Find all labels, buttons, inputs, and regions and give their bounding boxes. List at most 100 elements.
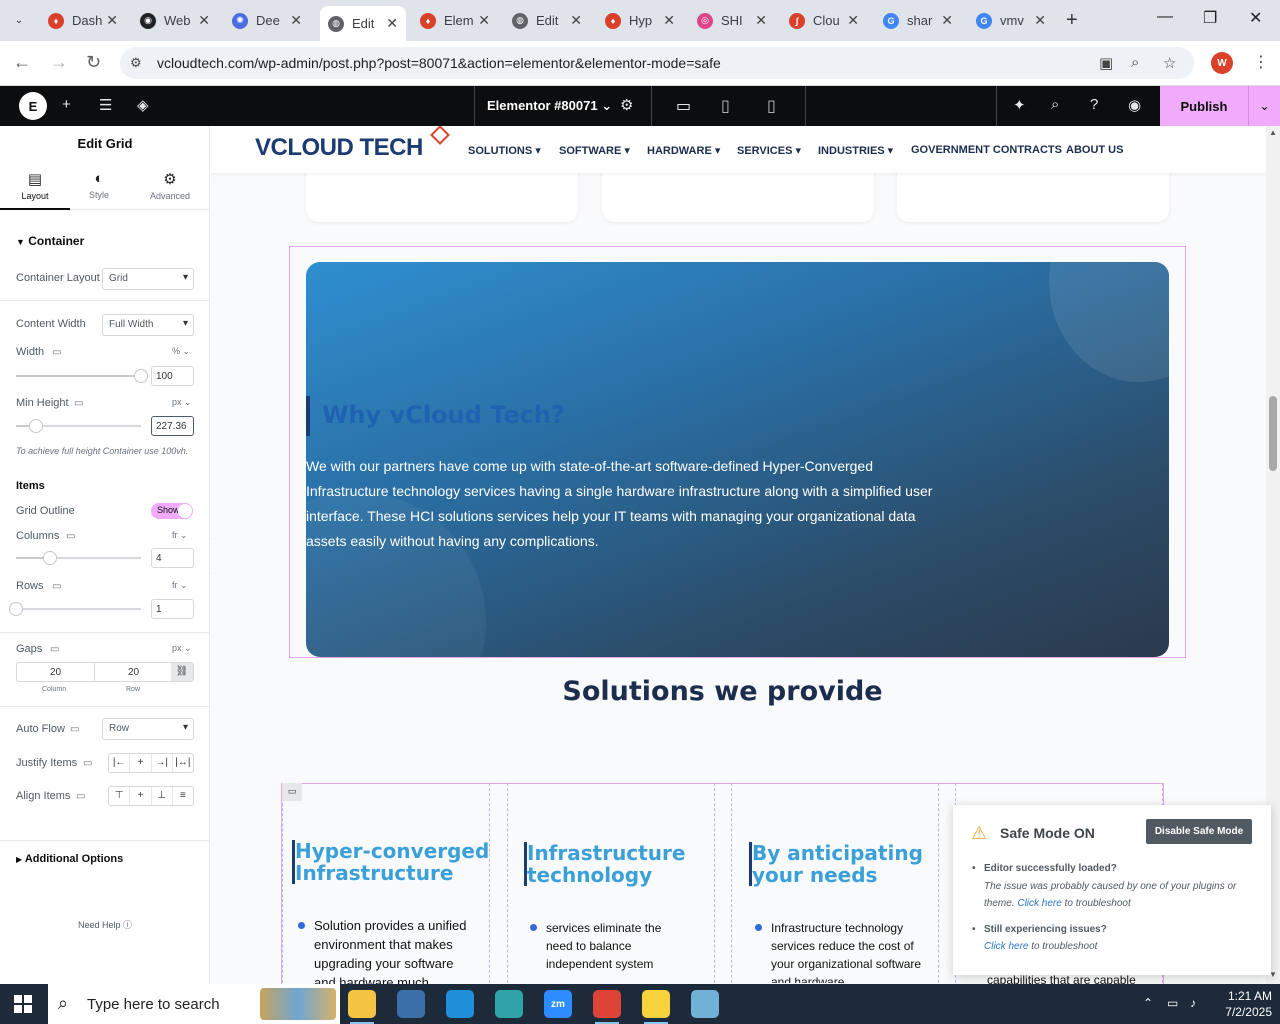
browser-tab[interactable]: ♦ Dash ✕ [40, 6, 126, 35]
new-tab-button[interactable]: + [1066, 9, 1078, 32]
width-slider[interactable] [16, 369, 148, 383]
notes-icon[interactable]: ✦ [1013, 96, 1026, 114]
browser-tab[interactable]: ◍ Edit ✕ [320, 6, 406, 41]
desktop-responsive-icon[interactable]: ▭ [52, 347, 61, 358]
align-stretch-icon[interactable]: ≡ [173, 787, 193, 805]
preview-eye-icon[interactable]: ◉ [1128, 96, 1141, 114]
site-menu-item[interactable]: HARDWARE ▾ [647, 144, 720, 157]
mobile-view-icon[interactable]: ▯ [767, 96, 776, 116]
disable-safe-mode-button[interactable]: Disable Safe Mode [1146, 819, 1252, 844]
desktop-view-icon[interactable]: ▭ [676, 96, 691, 116]
why-heading[interactable]: Why vCloud Tech? [322, 401, 565, 429]
tab-close-icon[interactable]: ✕ [1034, 12, 1046, 29]
browser-tab[interactable]: ✺ Dee ✕ [224, 6, 310, 35]
sticky-notes-icon[interactable] [642, 990, 670, 1024]
site-settings-icon[interactable]: ☰ [99, 96, 112, 114]
gap-row-input[interactable]: 20 [95, 667, 172, 678]
link-values-icon[interactable]: ⛓ [171, 663, 193, 681]
site-menu-item[interactable]: SOLUTIONS ▾ [468, 144, 541, 157]
justify-start-icon[interactable]: |← [109, 754, 131, 772]
file-explorer-icon[interactable] [348, 990, 376, 1024]
tab-close-icon[interactable]: ✕ [941, 12, 953, 29]
tab-close-icon[interactable]: ✕ [106, 12, 118, 29]
restore-icon[interactable]: ❐ [1203, 8, 1217, 28]
site-menu-item[interactable]: GOVERNMENT CONTRACTS [911, 144, 1062, 156]
url-text[interactable]: vcloudtech.com/wp-admin/post.php?post=80… [157, 55, 721, 71]
gaps-unit-select[interactable]: px ⌄ [172, 643, 192, 654]
min-height-input[interactable]: 227.36 [151, 416, 194, 436]
container-layout-select[interactable]: Grid [102, 268, 194, 290]
tray-overflow-chevron-icon[interactable]: ⌃ [1143, 996, 1153, 1010]
desktop-responsive-icon[interactable]: ▭ [70, 724, 79, 735]
troubleshoot-link[interactable]: Click here [984, 941, 1028, 952]
tab-close-icon[interactable]: ✕ [663, 12, 675, 29]
browser-tab[interactable]: ◍ Edit ✕ [504, 6, 590, 35]
slider-thumb[interactable] [9, 602, 23, 616]
tab-layout[interactable]: ▤ Layout [0, 166, 70, 210]
rows-input[interactable]: 1 [151, 599, 194, 619]
publish-options-chevron-icon[interactable]: ⌄ [1248, 86, 1280, 126]
align-top-icon[interactable]: ⊤ [109, 787, 131, 805]
tab-style[interactable]: ◐ Style [64, 166, 134, 210]
justify-end-icon[interactable]: →| [152, 754, 173, 772]
container-section-toggle[interactable]: ▼ Container [16, 234, 84, 248]
site-menu-item[interactable]: ABOUT US [1066, 144, 1123, 156]
rows-slider[interactable] [9, 602, 141, 616]
why-section[interactable]: Why vCloud Tech? We with our partners ha… [306, 262, 1169, 657]
solution-title[interactable]: Infrastructure technology [527, 842, 685, 886]
tab-close-icon[interactable]: ✕ [290, 12, 302, 29]
desktop-responsive-icon[interactable]: ▭ [83, 758, 92, 769]
windows-start-icon[interactable] [14, 995, 32, 1013]
need-help-link[interactable]: Need Help ⓘ [0, 918, 209, 931]
bookmark-star-icon[interactable]: ☆ [1163, 54, 1176, 72]
omnibox[interactable]: ⚙ vcloudtech.com/wp-admin/post.php?post=… [120, 47, 1194, 79]
browser-tab[interactable]: ∫ Clou ✕ [781, 6, 867, 35]
align-middle-icon[interactable]: + [130, 787, 152, 805]
back-icon[interactable]: ← [13, 52, 31, 73]
desktop-responsive-icon[interactable]: ▭ [50, 644, 59, 655]
browser-tab[interactable]: ♦ Elem ✕ [412, 6, 498, 35]
desktop-responsive-icon[interactable]: ▭ [76, 791, 85, 802]
app-4-icon[interactable] [495, 990, 523, 1018]
columns-slider[interactable] [16, 551, 141, 565]
tab-close-icon[interactable]: ✕ [386, 15, 398, 32]
slider-thumb[interactable] [29, 419, 43, 433]
auto-flow-select[interactable]: Row [102, 718, 194, 740]
solutions-heading[interactable]: Solutions we provide [211, 676, 1234, 707]
edge-icon[interactable] [446, 990, 474, 1018]
browser-tab[interactable]: ◉ Web ✕ [132, 6, 218, 35]
site-menu-item[interactable]: SOFTWARE ▾ [559, 144, 630, 157]
content-width-select[interactable]: Full Width [102, 314, 194, 336]
width-input[interactable]: 100 [151, 366, 194, 386]
reload-icon[interactable]: ↻ [86, 52, 101, 73]
desktop-responsive-icon[interactable]: ▭ [52, 581, 61, 592]
browser-tab[interactable]: Gshar ✕ [875, 6, 961, 35]
network-icon[interactable]: ▭ [1167, 996, 1178, 1010]
add-element-icon[interactable]: + [62, 96, 71, 113]
desktop-responsive-icon[interactable]: ▭ [66, 531, 75, 542]
justify-center-icon[interactable]: + [130, 754, 152, 772]
slider-thumb[interactable] [42, 551, 57, 565]
troubleshoot-link[interactable]: Click here [1017, 898, 1061, 909]
chrome-icon[interactable] [593, 990, 621, 1024]
scrollbar-thumb[interactable] [1269, 396, 1277, 471]
document-title[interactable]: Elementor #80071 ⌄ [487, 98, 612, 114]
page-settings-gear-icon[interactable]: ⚙ [620, 96, 633, 114]
tab-close-icon[interactable]: ✕ [847, 12, 859, 29]
app-8-icon[interactable] [691, 990, 719, 1018]
browser-tab[interactable]: ◎ SHI ✕ [689, 6, 775, 35]
forward-icon[interactable]: → [50, 52, 68, 73]
structure-icon[interactable]: ◈ [137, 96, 149, 114]
minimize-icon[interactable]: — [1157, 8, 1173, 26]
site-logo[interactable]: VCLOUD TECH [255, 134, 423, 162]
camera-off-icon[interactable]: ▣ [1099, 54, 1113, 72]
browser-tab[interactable]: ♦ Hyp ✕ [597, 6, 683, 35]
scroll-up-icon[interactable]: ▲ [1269, 128, 1277, 137]
justify-stretch-icon[interactable]: |↔| [173, 754, 193, 772]
additional-options-toggle[interactable]: ▶ Additional Options [16, 853, 123, 865]
search-highlight-image[interactable] [260, 988, 336, 1020]
columns-input[interactable]: 4 [151, 548, 194, 568]
finder-search-icon[interactable]: ⌕ [1051, 96, 1059, 113]
min-height-slider[interactable] [16, 419, 141, 433]
publish-button[interactable]: Publish [1160, 86, 1248, 126]
